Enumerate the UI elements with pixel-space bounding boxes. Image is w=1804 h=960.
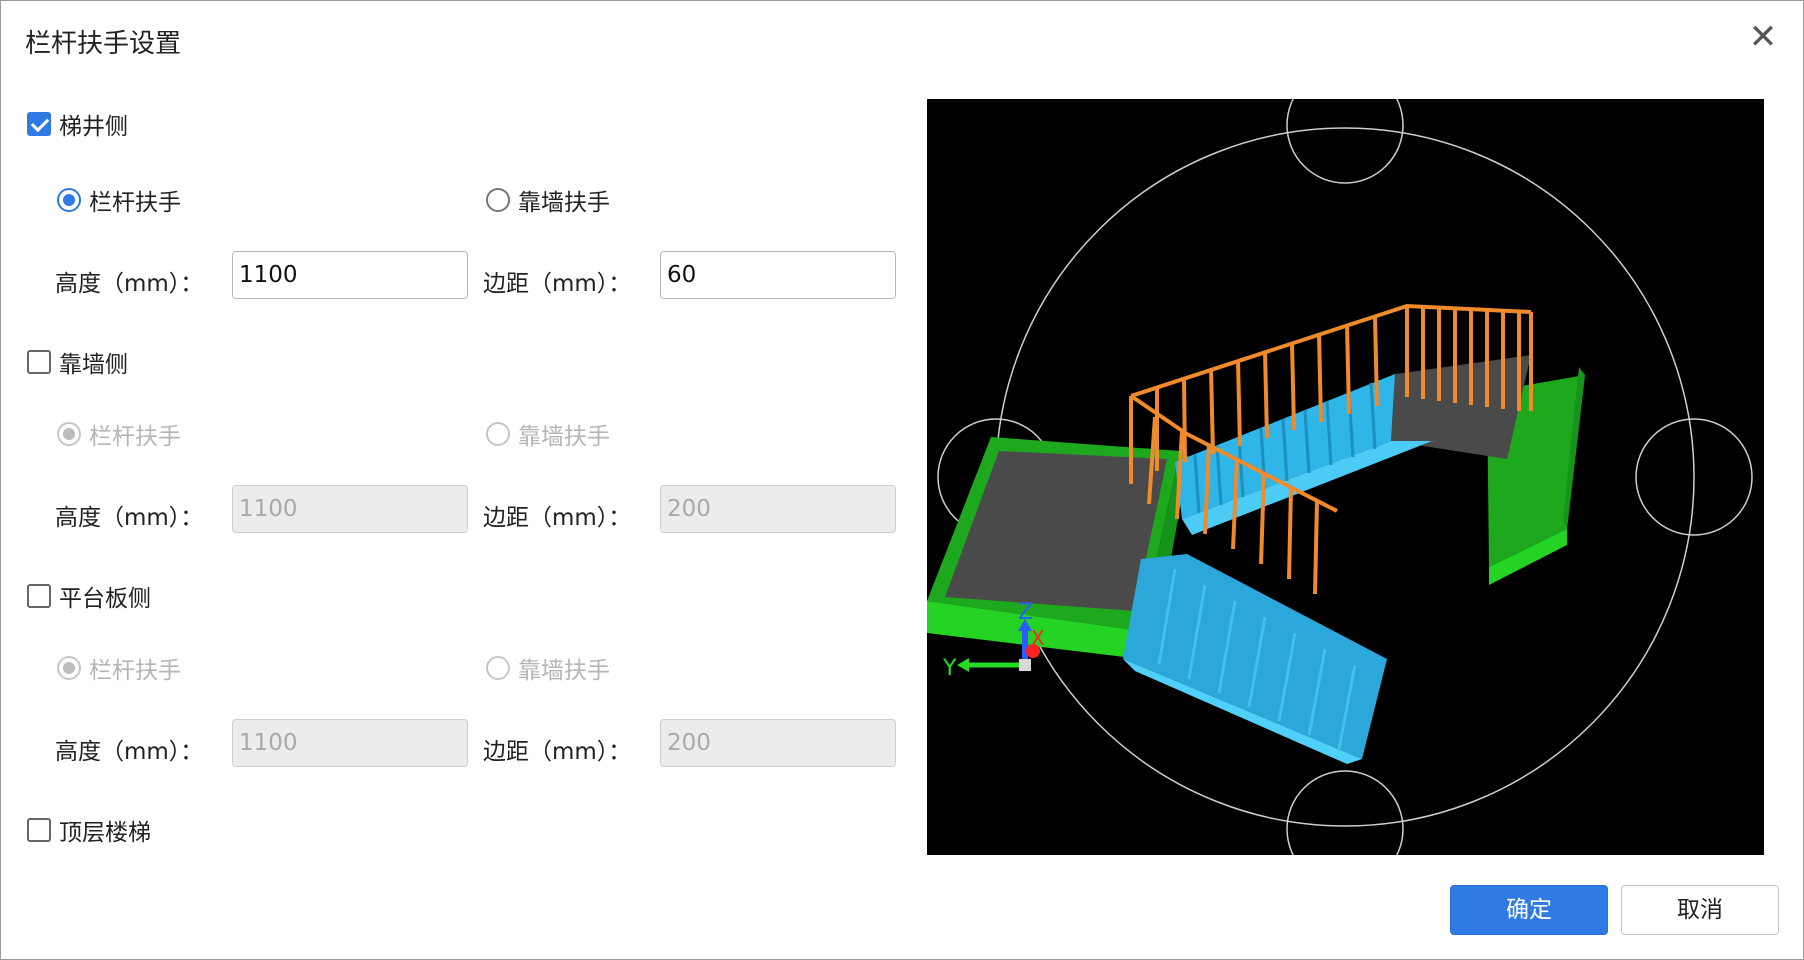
platform-margin-label: 边距（mm）：: [483, 739, 632, 765]
platform-margin-input[interactable]: [660, 719, 896, 767]
wall-side-wall-label: 靠墙扶手: [518, 424, 610, 450]
stair-model-canvas[interactable]: Y Z X: [927, 66, 1764, 888]
ok-button[interactable]: 确定: [1450, 885, 1608, 935]
stairwell-side-checkbox[interactable]: 梯井侧: [27, 107, 128, 141]
checkbox-unchecked-icon[interactable]: [27, 818, 51, 842]
platform-height-label: 高度（mm）：: [55, 739, 204, 765]
axis-y-label: Y: [942, 656, 957, 681]
wall-side-height-input[interactable]: [232, 485, 468, 533]
close-icon[interactable]: ✕: [1745, 19, 1781, 55]
stairwell-railing-radio[interactable]: 栏杆扶手: [57, 183, 181, 217]
stairwell-side-label: 梯井侧: [59, 114, 128, 140]
wall-side-railing-radio[interactable]: 栏杆扶手: [57, 417, 181, 451]
radio-disabled-selected-icon[interactable]: [57, 422, 81, 446]
wall-side-railing-label: 栏杆扶手: [89, 424, 181, 450]
stairwell-margin-label: 边距（mm）：: [483, 271, 632, 297]
stairwell-margin-input[interactable]: [660, 251, 896, 299]
stairwell-railing-label: 栏杆扶手: [89, 190, 181, 216]
platform-wall-radio[interactable]: 靠墙扶手: [486, 651, 610, 685]
checkbox-unchecked-icon[interactable]: [27, 350, 51, 374]
stairwell-wall-radio[interactable]: 靠墙扶手: [486, 183, 610, 217]
wall-side-margin-label: 边距（mm）：: [483, 505, 632, 531]
platform-railing-radio[interactable]: 栏杆扶手: [57, 651, 181, 685]
orbit-handle-top[interactable]: [1286, 66, 1404, 184]
checkbox-checked-icon[interactable]: [27, 112, 51, 136]
railing-settings-dialog: 栏杆扶手设置 ✕ 梯井侧 栏杆扶手 靠墙扶手 高度（mm）： 边距（mm）： 靠…: [0, 0, 1804, 960]
orbit-handle-bottom[interactable]: [1286, 770, 1404, 888]
wall-side-margin-input[interactable]: [660, 485, 896, 533]
platform-side-checkbox[interactable]: 平台板侧: [27, 579, 151, 613]
wall-side-checkbox[interactable]: 靠墙侧: [27, 345, 128, 379]
axis-z-label: Z: [1018, 600, 1033, 625]
platform-side-label: 平台板侧: [59, 586, 151, 612]
top-floor-checkbox[interactable]: 顶层楼梯: [27, 813, 151, 847]
radio-disabled-icon[interactable]: [486, 656, 510, 680]
wall-side-label: 靠墙侧: [59, 352, 128, 378]
stairwell-height-input[interactable]: [232, 251, 468, 299]
radio-disabled-selected-icon[interactable]: [57, 656, 81, 680]
dialog-title: 栏杆扶手设置: [25, 29, 182, 59]
stairwell-height-label: 高度（mm）：: [55, 271, 204, 297]
axis-x-label: X: [1031, 626, 1045, 650]
checkbox-unchecked-icon[interactable]: [27, 584, 51, 608]
lower-flight: [1123, 554, 1387, 759]
platform-railing-label: 栏杆扶手: [89, 658, 181, 684]
platform-wall-label: 靠墙扶手: [518, 658, 610, 684]
stair-3d-preview[interactable]: Y Z X: [927, 66, 1764, 888]
stairwell-wall-label: 靠墙扶手: [518, 190, 610, 216]
platform-height-input[interactable]: [232, 719, 468, 767]
wall-side-wall-radio[interactable]: 靠墙扶手: [486, 417, 610, 451]
radio-unselected-icon[interactable]: [486, 188, 510, 212]
cancel-button[interactable]: 取消: [1621, 885, 1779, 935]
radio-selected-icon[interactable]: [57, 188, 81, 212]
wall-side-height-label: 高度（mm）：: [55, 505, 204, 531]
radio-disabled-icon[interactable]: [486, 422, 510, 446]
top-floor-label: 顶层楼梯: [59, 820, 151, 846]
